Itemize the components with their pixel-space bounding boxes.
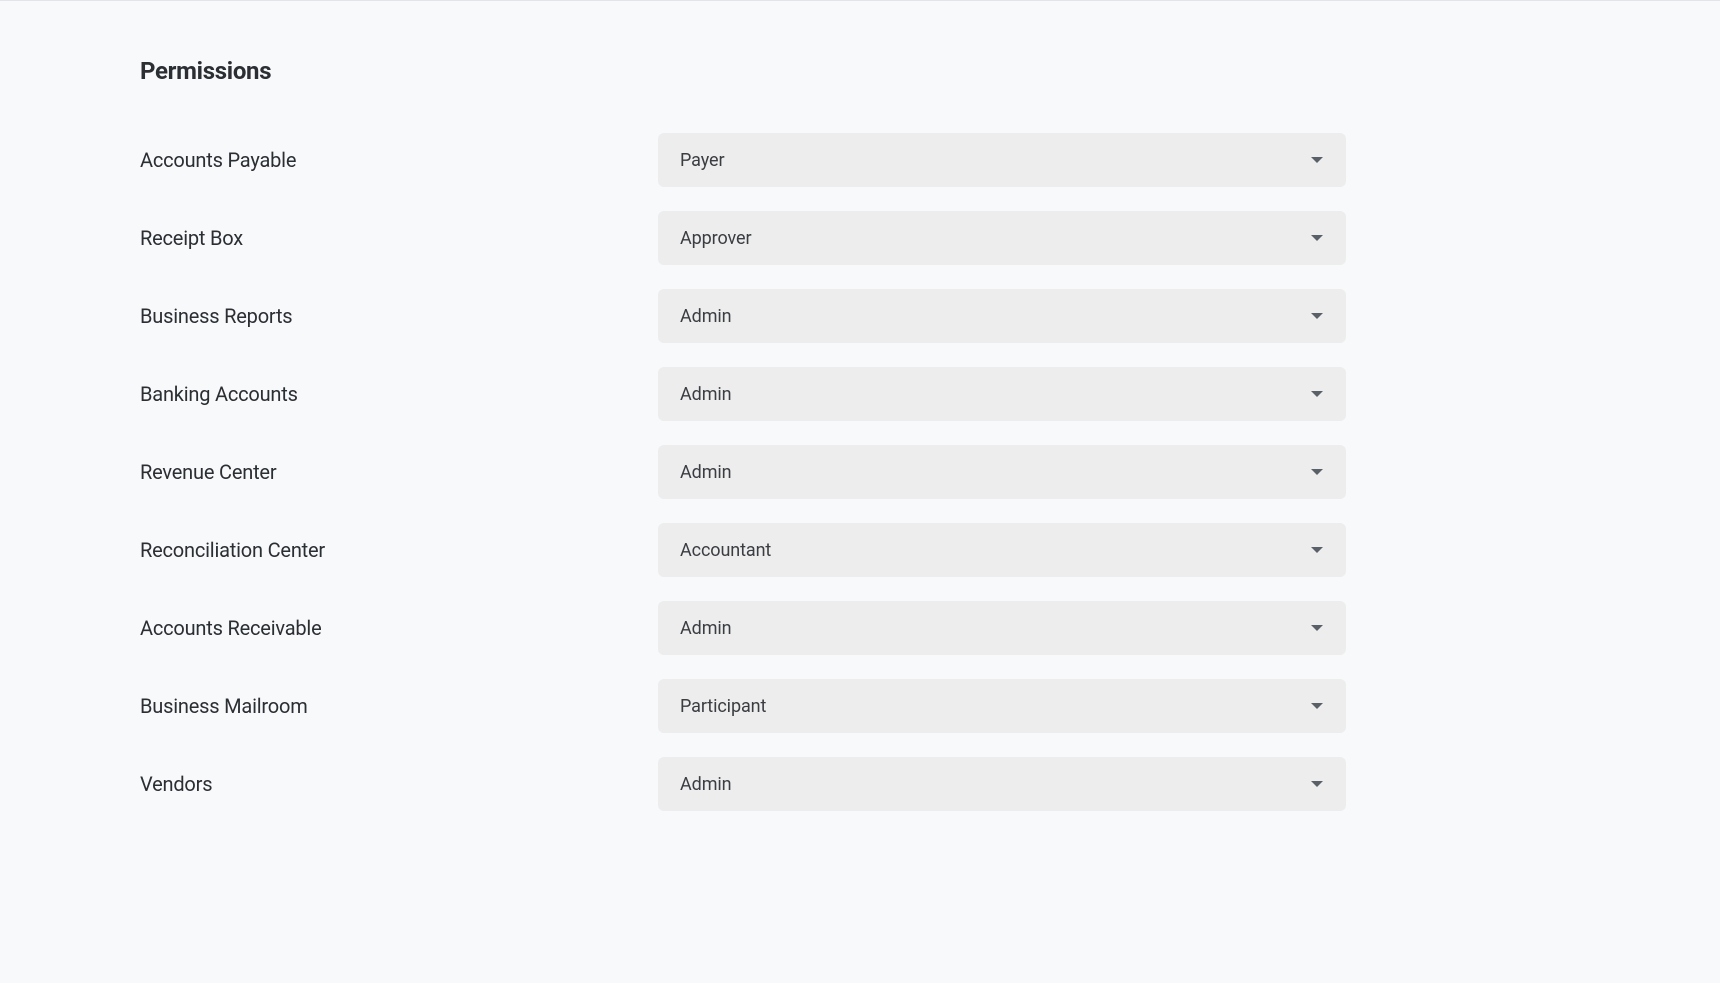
permission-row-accounts-payable: Accounts Payable Payer: [140, 133, 1580, 187]
permission-select-value: Admin: [680, 306, 732, 327]
permission-select-business-mailroom[interactable]: Participant: [658, 679, 1346, 733]
page-title: Permissions: [140, 57, 1580, 85]
permission-list: Accounts Payable Payer Receipt Box Appro…: [140, 133, 1580, 811]
permission-label: Vendors: [140, 772, 658, 796]
permission-row-business-reports: Business Reports Admin: [140, 289, 1580, 343]
permission-row-accounts-receivable: Accounts Receivable Admin: [140, 601, 1580, 655]
permission-label: Business Reports: [140, 304, 658, 328]
permission-select-value: Admin: [680, 462, 732, 483]
permission-row-revenue-center: Revenue Center Admin: [140, 445, 1580, 499]
caret-down-icon: [1310, 546, 1324, 554]
permission-select-business-reports[interactable]: Admin: [658, 289, 1346, 343]
permissions-panel: Permissions Accounts Payable Payer Recei…: [0, 1, 1720, 811]
permission-label: Accounts Payable: [140, 148, 658, 172]
caret-down-icon: [1310, 156, 1324, 164]
caret-down-icon: [1310, 624, 1324, 632]
caret-down-icon: [1310, 390, 1324, 398]
permission-select-value: Admin: [680, 774, 732, 795]
permission-select-value: Approver: [680, 228, 751, 249]
permission-select-value: Participant: [680, 696, 766, 717]
permission-select-value: Admin: [680, 618, 732, 639]
caret-down-icon: [1310, 312, 1324, 320]
permission-row-vendors: Vendors Admin: [140, 757, 1580, 811]
permission-select-accounts-receivable[interactable]: Admin: [658, 601, 1346, 655]
permission-select-reconciliation-center[interactable]: Accountant: [658, 523, 1346, 577]
permission-label: Banking Accounts: [140, 382, 658, 406]
permission-label: Business Mailroom: [140, 694, 658, 718]
permission-select-value: Accountant: [680, 540, 771, 561]
caret-down-icon: [1310, 702, 1324, 710]
permission-select-vendors[interactable]: Admin: [658, 757, 1346, 811]
permission-select-banking-accounts[interactable]: Admin: [658, 367, 1346, 421]
permission-label: Accounts Receivable: [140, 616, 658, 640]
permission-label: Receipt Box: [140, 226, 658, 250]
permission-row-banking-accounts: Banking Accounts Admin: [140, 367, 1580, 421]
permission-select-accounts-payable[interactable]: Payer: [658, 133, 1346, 187]
caret-down-icon: [1310, 234, 1324, 242]
permission-row-business-mailroom: Business Mailroom Participant: [140, 679, 1580, 733]
permission-label: Revenue Center: [140, 460, 658, 484]
permission-select-revenue-center[interactable]: Admin: [658, 445, 1346, 499]
permission-select-receipt-box[interactable]: Approver: [658, 211, 1346, 265]
permission-row-reconciliation-center: Reconciliation Center Accountant: [140, 523, 1580, 577]
permission-label: Reconciliation Center: [140, 538, 658, 562]
permission-select-value: Payer: [680, 150, 724, 171]
permission-select-value: Admin: [680, 384, 732, 405]
permission-row-receipt-box: Receipt Box Approver: [140, 211, 1580, 265]
caret-down-icon: [1310, 780, 1324, 788]
caret-down-icon: [1310, 468, 1324, 476]
